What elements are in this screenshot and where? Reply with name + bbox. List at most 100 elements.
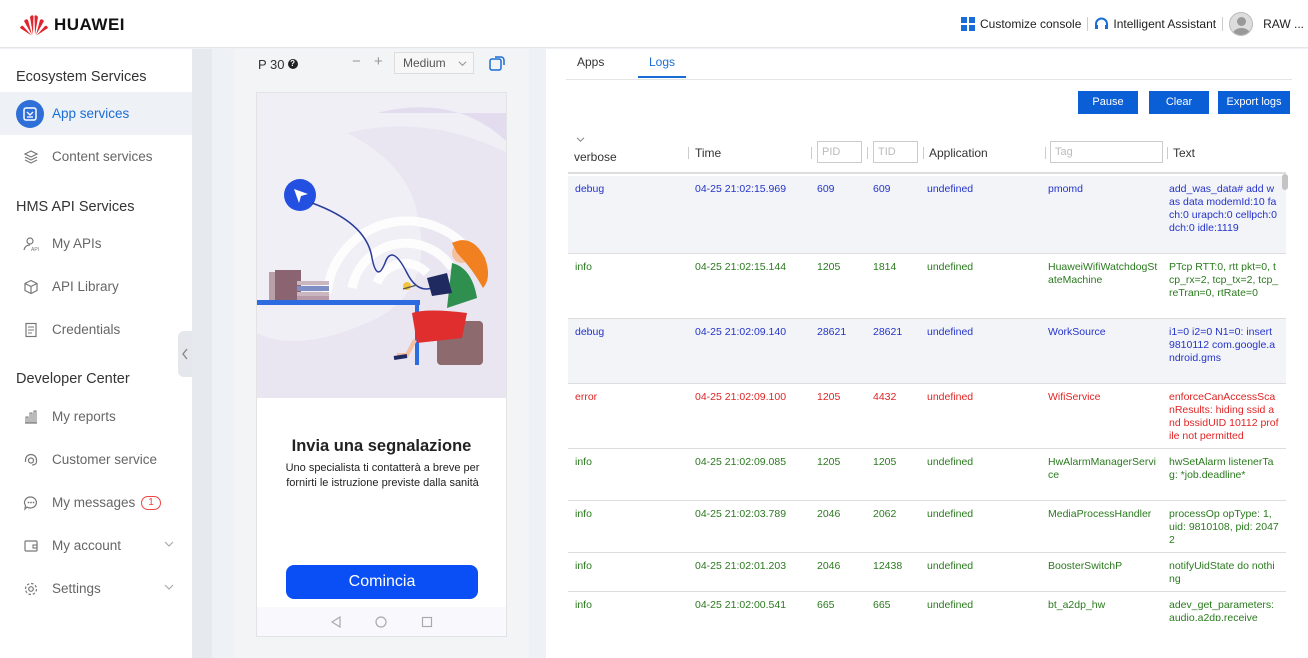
log-tag: BoosterSwitchP (1048, 560, 1123, 572)
log-pid: 28621 (817, 326, 847, 338)
log-row[interactable]: info 04-25 21:02:00.541 665 665 undefine… (568, 592, 1286, 621)
screen-subtitle: Uno specialista ti contatterà a breve pe… (285, 462, 480, 489)
sidebar-item-label: Settings (52, 581, 101, 596)
back-icon[interactable] (330, 616, 342, 628)
log-tid: 12438 (873, 560, 903, 572)
log-application: undefined (927, 391, 974, 403)
sidebar-item-my-apis[interactable]: API My APIs (0, 222, 192, 265)
log-row[interactable]: info 04-25 21:02:01.203 2046 12438 undef… (568, 553, 1286, 592)
sidebar-item-api-library[interactable]: API Library (0, 265, 192, 308)
customize-console-label: Customize console (979, 17, 1082, 31)
user-name: RAW ... (1263, 17, 1304, 31)
log-time: 04-25 21:02:09.100 (695, 391, 787, 403)
sidebar-item-my-account[interactable]: My account (0, 524, 192, 567)
device-size-select[interactable]: Medium (394, 52, 474, 74)
log-tag: HuaweiWifiWatchdogStateMachine (1048, 261, 1158, 286)
log-tag: WifiService (1048, 391, 1101, 403)
tab-logs[interactable]: Logs (638, 55, 687, 78)
divider (1222, 17, 1224, 31)
log-tid: 4432 (873, 391, 897, 403)
collapse-sidebar-button[interactable] (178, 331, 192, 377)
tid-filter-input[interactable]: TID (873, 141, 918, 163)
sidebar-item-credentials[interactable]: Credentials (0, 308, 192, 351)
sidebar-item-content-services[interactable]: Content services (0, 135, 192, 178)
pid-filter-input[interactable]: PID (817, 141, 862, 163)
log-table-header: verbose Time PID TID Application Tag Tex… (568, 131, 1286, 174)
log-row[interactable]: info 04-25 21:02:03.789 2046 2062 undefi… (568, 501, 1286, 553)
log-tag: pmomd (1048, 183, 1084, 195)
chevron-down-icon (164, 541, 174, 547)
log-tag: WorkSource (1048, 326, 1106, 338)
log-pid: 1205 (817, 261, 841, 273)
sidebar-item-my-reports[interactable]: My reports (0, 395, 192, 438)
log-row[interactable]: debug 04-25 21:02:15.969 609 609 undefin… (568, 176, 1286, 254)
log-text: PTcp RTT:0, rtt pkt=0, tcp_rx=2, tcp_tx=… (1169, 261, 1279, 299)
headset-icon (1095, 17, 1109, 29)
device-size-value: Medium (403, 56, 446, 70)
log-row[interactable]: debug 04-25 21:02:09.140 28621 28621 und… (568, 319, 1286, 384)
chevron-left-icon (182, 348, 188, 360)
scrollbar-thumb[interactable] (1282, 174, 1288, 190)
level-filter-value: verbose (574, 150, 617, 164)
tab-apps[interactable]: Apps (577, 55, 604, 69)
sidebar-item-label: App services (52, 106, 130, 121)
log-row[interactable]: info 04-25 21:02:09.085 1205 1205 undefi… (568, 449, 1286, 501)
customize-console-link[interactable]: Customize console (960, 16, 1082, 32)
zoom-out-button[interactable]: − (352, 53, 361, 70)
document-icon (22, 321, 40, 339)
tag-filter-input[interactable]: Tag (1050, 141, 1163, 163)
rotate-screen-icon[interactable] (488, 54, 506, 72)
log-row[interactable]: info 04-25 21:02:15.144 1205 1814 undefi… (568, 254, 1286, 319)
message-count-badge: 1 (141, 495, 161, 510)
log-application: undefined (927, 326, 974, 338)
column-divider (1167, 147, 1168, 159)
sidebar-item-my-messages[interactable]: My messages 1 (0, 481, 192, 524)
help-icon[interactable]: ? (287, 59, 298, 69)
export-logs-button[interactable]: Export logs (1218, 91, 1290, 114)
pause-button[interactable]: Pause (1078, 91, 1138, 114)
log-application: undefined (927, 456, 974, 468)
log-application: undefined (927, 508, 974, 520)
grid-icon (960, 16, 975, 31)
log-level: debug (575, 326, 605, 338)
huawei-logo[interactable]: HUAWEI (18, 13, 125, 37)
section-title-hms-api: HMS API Services (16, 199, 135, 215)
api-user-icon: API (22, 235, 40, 253)
sidebar: Ecosystem Services App services Content … (0, 49, 192, 658)
zoom-in-button[interactable]: + (374, 53, 383, 70)
woman-at-desk-illustration (257, 107, 506, 398)
sidebar-item-customer-service[interactable]: Customer service (0, 438, 192, 481)
log-level: info (575, 560, 592, 572)
start-button[interactable]: Comincia (286, 565, 478, 599)
sidebar-item-label: Content services (52, 149, 153, 164)
sidebar-item-settings[interactable]: Settings (0, 567, 192, 610)
log-time: 04-25 21:02:15.969 (695, 183, 787, 195)
log-time: 04-25 21:02:03.789 (695, 508, 787, 520)
log-row[interactable]: error 04-25 21:02:09.100 1205 4432 undef… (568, 384, 1286, 449)
chevron-down-icon (458, 61, 467, 67)
recents-icon[interactable] (421, 616, 433, 628)
level-filter-select[interactable]: verbose (572, 135, 654, 165)
assistant-label: Intelligent Assistant (1113, 17, 1217, 31)
section-title-ecosystem: Ecosystem Services (16, 69, 147, 85)
sidebar-item-label: API Library (52, 279, 119, 294)
svg-text:API: API (31, 247, 39, 252)
sidebar-item-app-services[interactable]: App services (0, 92, 192, 135)
log-pid: 2046 (817, 508, 841, 520)
intelligent-assistant-link[interactable]: Intelligent Assistant (1094, 17, 1216, 32)
log-time: 04-25 21:02:09.140 (695, 326, 787, 338)
column-divider (688, 147, 689, 159)
log-pid: 665 (817, 599, 835, 611)
wallet-icon (22, 537, 40, 555)
column-divider (811, 147, 812, 159)
log-level: info (575, 508, 592, 520)
column-text: Text (1173, 146, 1196, 160)
home-icon[interactable] (375, 616, 388, 628)
column-time: Time (695, 146, 722, 160)
sidebar-item-label: My reports (52, 409, 116, 424)
clear-button[interactable]: Clear (1149, 91, 1209, 114)
log-tag: MediaProcessHandler (1048, 508, 1152, 520)
sidebar-item-label: My APIs (52, 236, 102, 251)
user-menu[interactable]: RAW ... (1229, 12, 1308, 36)
log-time: 04-25 21:02:01.203 (695, 560, 787, 572)
